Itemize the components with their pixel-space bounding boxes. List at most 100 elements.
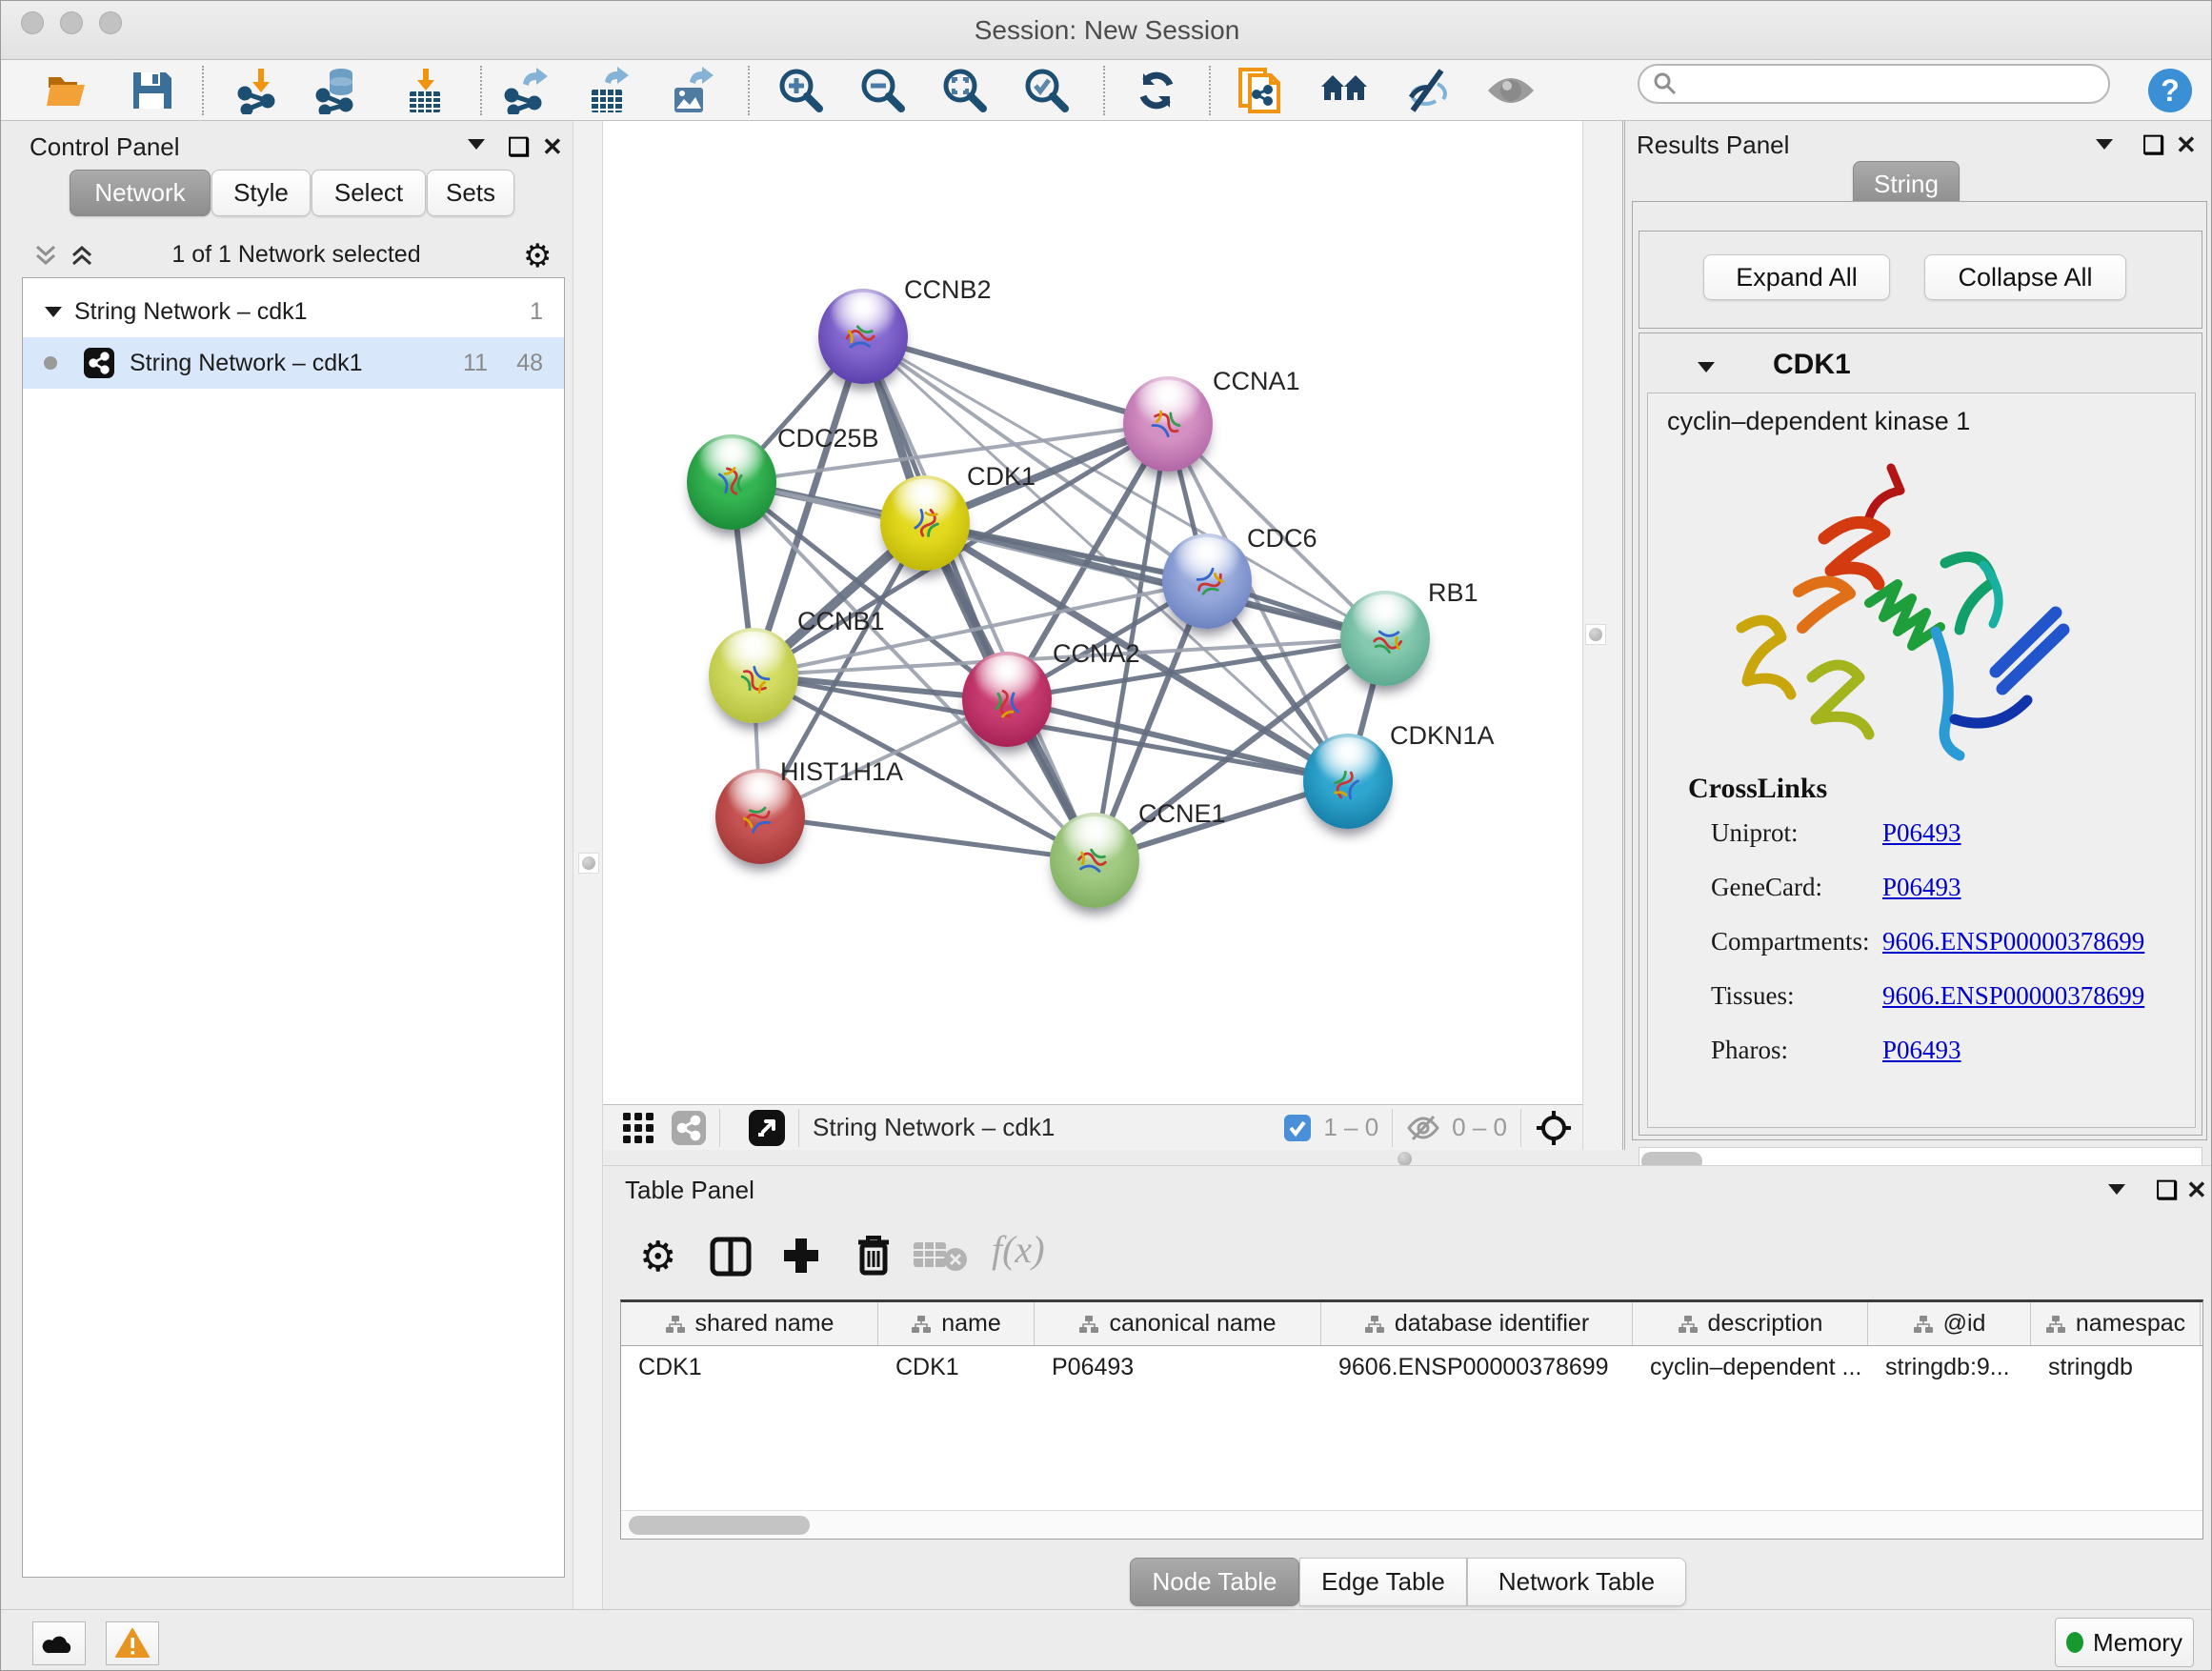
- tab-network[interactable]: Network: [70, 170, 211, 216]
- home-networks-icon[interactable]: [1319, 66, 1369, 115]
- search-input[interactable]: [1678, 70, 2087, 97]
- table-settings-gear-icon[interactable]: ⚙: [639, 1233, 676, 1281]
- control-panel-close-icon[interactable]: ✕: [542, 132, 563, 162]
- network-node-cdc6[interactable]: [1162, 534, 1252, 629]
- zoom-out-icon[interactable]: [858, 66, 908, 115]
- column-header-canonical-name[interactable]: canonical name: [1035, 1302, 1321, 1345]
- help-icon[interactable]: ?: [2145, 66, 2195, 115]
- selected-checkbox-icon[interactable]: [1283, 1114, 1312, 1142]
- column-header-database-identifier[interactable]: database identifier: [1321, 1302, 1633, 1345]
- export-table-icon[interactable]: [583, 66, 633, 115]
- network-node-cdkn1a[interactable]: [1303, 734, 1393, 829]
- table-cell[interactable]: 9606.ENSP00000378699: [1321, 1346, 1633, 1388]
- column-header-label: @id: [1943, 1310, 1986, 1338]
- table-panel-float-icon[interactable]: ❑: [2156, 1176, 2178, 1205]
- zoom-in-icon[interactable]: [776, 66, 826, 115]
- zoom-selected-icon[interactable]: [1022, 66, 1072, 115]
- grid-view-icon[interactable]: [622, 1112, 654, 1144]
- column-header-namespac[interactable]: namespac: [2031, 1302, 2201, 1345]
- right-splitter-handle[interactable]: [1585, 624, 1606, 645]
- add-column-icon[interactable]: [780, 1235, 822, 1277]
- open-session-icon[interactable]: [43, 66, 92, 115]
- left-splitter[interactable]: [573, 121, 603, 1609]
- network-node-cdk1[interactable]: [880, 475, 970, 571]
- tab-style[interactable]: Style: [211, 170, 311, 216]
- table-cell[interactable]: CDK1: [621, 1346, 878, 1388]
- column-header--id[interactable]: @id: [1868, 1302, 2031, 1345]
- save-session-icon[interactable]: [127, 66, 176, 115]
- table-cell[interactable]: cyclin–dependent ...: [1633, 1346, 1868, 1388]
- table-hscrollbar-thumb[interactable]: [629, 1516, 810, 1535]
- table-cell[interactable]: P06493: [1035, 1346, 1321, 1388]
- expand-all-button[interactable]: Expand All: [1703, 254, 1890, 300]
- gear-icon[interactable]: ⚙: [523, 237, 552, 275]
- network-tree-group-row[interactable]: String Network – cdk1 1: [23, 286, 564, 337]
- collapse-all-icon[interactable]: [33, 243, 58, 268]
- hidden-eye-icon[interactable]: [1406, 1115, 1440, 1141]
- birdseye-icon[interactable]: [749, 1110, 785, 1146]
- column-header-name[interactable]: name: [878, 1302, 1035, 1345]
- import-network-icon[interactable]: [234, 66, 284, 115]
- search-field[interactable]: [1638, 64, 2110, 104]
- zoom-fit-icon[interactable]: [940, 66, 990, 115]
- network-node-ccne1[interactable]: [1050, 813, 1139, 908]
- cloud-button[interactable]: [32, 1621, 86, 1665]
- crosslink-link[interactable]: P06493: [1882, 818, 1961, 848]
- network-node-ccnb1[interactable]: [709, 628, 798, 723]
- network-node-cdc25b[interactable]: [687, 434, 776, 530]
- column-header-shared-name[interactable]: shared name: [621, 1302, 878, 1345]
- tab-select[interactable]: Select: [312, 170, 426, 216]
- network-tree-item-row[interactable]: String Network – cdk1 11 48: [23, 337, 564, 389]
- delete-column-icon[interactable]: [855, 1233, 893, 1277]
- gene-collapse-icon[interactable]: [1697, 360, 1716, 373]
- share-view-icon[interactable]: [672, 1111, 706, 1145]
- network-canvas[interactable]: CCNB2 CCNA1 CDC25B CDK1 CDC6: [603, 121, 1582, 1104]
- fit-target-icon[interactable]: [1535, 1109, 1573, 1147]
- results-panel-float-icon[interactable]: ❑: [2142, 131, 2164, 160]
- show-eye-icon[interactable]: [1486, 66, 1536, 115]
- collapse-all-button[interactable]: Collapse All: [1924, 254, 2126, 300]
- table-cell[interactable]: CDK1: [878, 1346, 1035, 1388]
- toolbar-separator: [1103, 66, 1105, 115]
- network-node-rb1[interactable]: [1340, 591, 1430, 686]
- share-document-icon[interactable]: [1236, 66, 1285, 115]
- crosslink-link[interactable]: 9606.ENSP00000378699: [1882, 981, 2144, 1011]
- table-cell[interactable]: stringdb:9...: [1868, 1346, 2031, 1388]
- import-table-icon[interactable]: [401, 66, 451, 115]
- hide-selected-icon[interactable]: [1402, 66, 1452, 115]
- horizontal-splitter-handle[interactable]: [1398, 1152, 1412, 1166]
- table-panel-minimize-icon[interactable]: [2106, 1181, 2127, 1197]
- table-cell[interactable]: stringdb: [2031, 1346, 2201, 1388]
- expand-all-icon[interactable]: [70, 243, 94, 268]
- right-splitter[interactable]: [1582, 121, 1625, 1150]
- tree-collapse-icon[interactable]: [44, 305, 63, 318]
- crosslink-link[interactable]: P06493: [1882, 873, 1961, 902]
- table-row[interactable]: CDK1CDK1P064939606.ENSP00000378699cyclin…: [621, 1346, 2202, 1388]
- crosslink-link[interactable]: 9606.ENSP00000378699: [1882, 927, 2144, 956]
- memory-button[interactable]: Memory: [2055, 1618, 2194, 1667]
- left-splitter-handle[interactable]: [578, 853, 599, 874]
- export-network-icon[interactable]: [501, 66, 551, 115]
- network-node-ccnb2[interactable]: [818, 289, 908, 384]
- hidden-count: 0 – 0: [1452, 1113, 1507, 1142]
- table-panel-close-icon[interactable]: ✕: [2186, 1176, 2207, 1205]
- network-node-ccna1[interactable]: [1123, 376, 1213, 472]
- refresh-icon[interactable]: [1132, 66, 1181, 115]
- column-header-description[interactable]: description: [1633, 1302, 1868, 1345]
- network-edge[interactable]: [760, 816, 1095, 860]
- tab-node-table[interactable]: Node Table: [1130, 1558, 1299, 1606]
- tab-edge-table[interactable]: Edge Table: [1299, 1558, 1467, 1606]
- table-hscrollbar[interactable]: [621, 1510, 2202, 1539]
- control-panel-minimize-icon[interactable]: [466, 136, 487, 151]
- network-node-ccna2[interactable]: [962, 652, 1052, 747]
- show-columns-icon[interactable]: [710, 1237, 752, 1277]
- control-panel-float-icon[interactable]: ❑: [508, 132, 530, 162]
- warnings-button[interactable]: [106, 1621, 159, 1665]
- import-database-icon[interactable]: [314, 66, 364, 115]
- tab-network-table[interactable]: Network Table: [1467, 1558, 1686, 1606]
- export-image-icon[interactable]: [666, 66, 715, 115]
- results-panel-minimize-icon[interactable]: [2094, 136, 2115, 151]
- results-panel-close-icon[interactable]: ✕: [2176, 131, 2197, 160]
- crosslink-link[interactable]: P06493: [1882, 1036, 1961, 1065]
- tab-sets[interactable]: Sets: [427, 170, 514, 216]
